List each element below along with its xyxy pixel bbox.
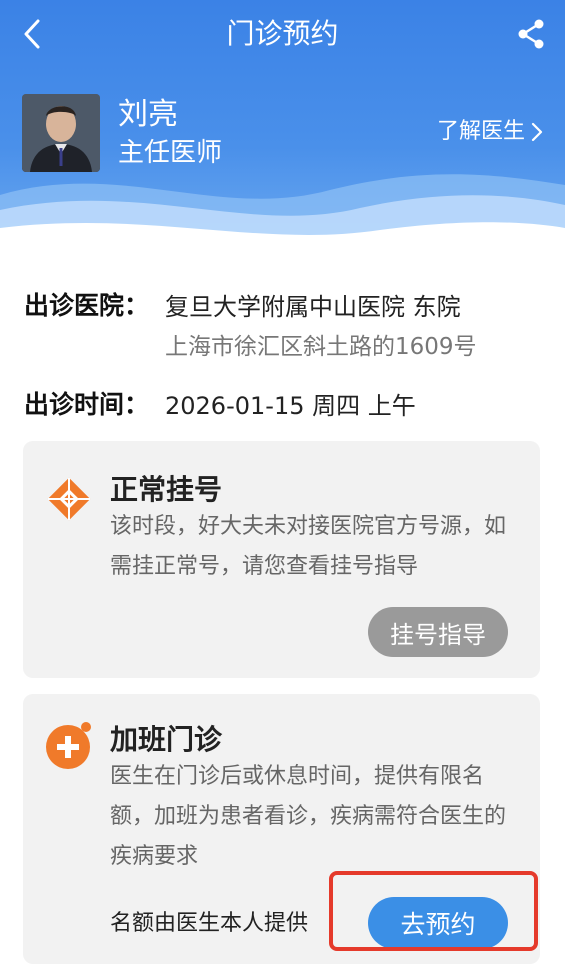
page-title: 门诊预约 xyxy=(226,17,339,50)
registration-diamond-icon xyxy=(47,477,91,521)
share-button[interactable] xyxy=(513,14,549,54)
chevron-right-icon xyxy=(531,122,543,142)
extra-clinic-plus-icon xyxy=(46,722,91,769)
extra-clinic-card: 加班门诊 医生在门诊后或休息时间，提供有限名额，加班为患者看诊，疾病需符合医生的… xyxy=(23,694,540,964)
registration-guide-button[interactable]: 挂号指导 xyxy=(368,607,508,657)
share-icon xyxy=(518,19,544,49)
extra-clinic-description: 医生在门诊后或休息时间，提供有限名额，加班为患者看诊，疾病需符合医生的疾病要求 xyxy=(110,764,507,869)
book-appointment-button[interactable]: 去预约 xyxy=(368,897,508,949)
doctor-portrait-image xyxy=(22,94,100,172)
time-label: 出诊时间： xyxy=(24,390,150,419)
normal-registration-description: 该时段，好大夫未对接医院官方号源，如需挂正常号，请您查看挂号指导 xyxy=(110,514,507,579)
about-doctor-link[interactable]: 了解医生 xyxy=(437,116,543,148)
hospital-label: 出诊医院： xyxy=(24,291,150,320)
doctor-title: 主任医师 xyxy=(118,138,223,168)
hospital-address: 上海市徐汇区斜土路的1609号 xyxy=(165,334,477,360)
doctor-name: 刘亮 xyxy=(118,97,178,132)
doctor-avatar xyxy=(22,94,100,172)
header: 门诊预约 刘亮 主任医师 了解医生 xyxy=(0,0,565,245)
hospital-name: 复旦大学附属中山医院 东院 xyxy=(165,293,461,321)
clinic-time: 2026-01-15 周四 上午 xyxy=(165,392,416,420)
normal-registration-card: 正常挂号 该时段，好大夫未对接医院官方号源，如需挂正常号，请您查看挂号指导 挂号… xyxy=(23,441,540,678)
quota-provider-text: 名额由医生本人提供 xyxy=(110,911,309,936)
normal-registration-title: 正常挂号 xyxy=(110,473,223,506)
about-doctor-label: 了解医生 xyxy=(436,119,525,144)
extra-clinic-title: 加班门诊 xyxy=(110,723,223,756)
